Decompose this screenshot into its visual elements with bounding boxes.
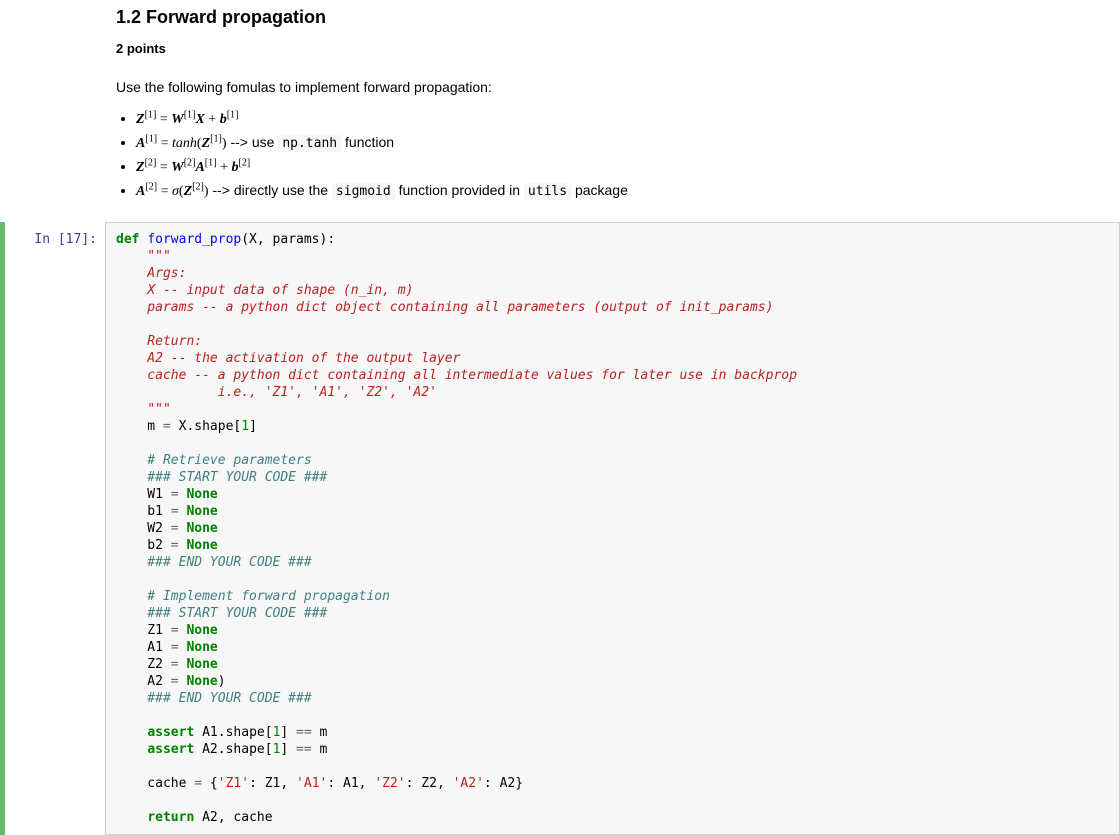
code-text: A1 bbox=[116, 640, 171, 655]
code-text: W2 bbox=[116, 521, 171, 536]
op-eq: = bbox=[171, 640, 179, 655]
op-eqeq: == bbox=[296, 742, 312, 757]
keyword-assert: assert bbox=[147, 742, 194, 757]
formula-list: Z[1] = W[1]X + b[1] A[1] = tanh(Z[1]) --… bbox=[136, 108, 1094, 202]
none-literal: None bbox=[186, 640, 217, 655]
comment: ### START YOUR CODE ### bbox=[116, 606, 327, 621]
docstring-open: """ bbox=[116, 249, 171, 264]
code-text: ] bbox=[280, 742, 296, 757]
none-literal: None bbox=[186, 487, 217, 502]
formula-1: Z[1] = W[1]X + b[1] bbox=[136, 108, 1094, 130]
comment: ### START YOUR CODE ### bbox=[116, 470, 327, 485]
cursor-paren: ) bbox=[218, 674, 226, 689]
op-eq: = bbox=[171, 674, 179, 689]
op-eq: = bbox=[171, 504, 179, 519]
none-literal: None bbox=[186, 674, 217, 689]
doc-line: params -- a python dict object containin… bbox=[116, 300, 773, 315]
code-cell: In [17]: def forward_prop(X, params): ""… bbox=[0, 222, 1120, 835]
formula-2-tail: function bbox=[341, 134, 394, 150]
formula-4-tail: package bbox=[571, 182, 628, 198]
doc-line: Return: bbox=[116, 334, 202, 349]
formula-3: Z[2] = W[2]A[1] + b[2] bbox=[136, 156, 1094, 178]
op-eq: = bbox=[194, 776, 202, 791]
docstring-close: """ bbox=[116, 402, 171, 417]
code-text: m bbox=[312, 725, 328, 740]
code-text: Z2 bbox=[116, 657, 171, 672]
code-text: { bbox=[202, 776, 218, 791]
code-text: : Z1, bbox=[249, 776, 296, 791]
code-input-area[interactable]: def forward_prop(X, params): """ Args: X… bbox=[105, 222, 1120, 835]
comment: ### END YOUR CODE ### bbox=[116, 555, 312, 570]
code-text: b2 bbox=[116, 538, 171, 553]
num-1: 1 bbox=[241, 419, 249, 434]
inline-code-utils: utils bbox=[524, 183, 571, 200]
intro-text: Use the following fomulas to implement f… bbox=[116, 77, 1094, 98]
op-eq: = bbox=[171, 538, 179, 553]
op-eq: = bbox=[171, 521, 179, 536]
formula-4: A[2] = σ(Z[2]) --> directly use the sigm… bbox=[136, 180, 1094, 202]
comment: # Implement forward propagation bbox=[116, 589, 390, 604]
str: 'Z2' bbox=[374, 776, 405, 791]
none-literal: None bbox=[186, 623, 217, 638]
op-eq: = bbox=[171, 657, 179, 672]
doc-line bbox=[116, 317, 147, 332]
code-text: A2.shape[ bbox=[194, 742, 272, 757]
code-text: : Z2, bbox=[406, 776, 453, 791]
inline-code-sigmoid: sigmoid bbox=[332, 183, 395, 200]
op-eq: = bbox=[171, 487, 179, 502]
keyword-assert: assert bbox=[147, 725, 194, 740]
none-literal: None bbox=[186, 538, 217, 553]
code-text: b1 bbox=[116, 504, 171, 519]
doc-line: cache -- a python dict containing all in… bbox=[116, 368, 797, 383]
none-literal: None bbox=[186, 521, 217, 536]
code-text: A2 bbox=[116, 674, 171, 689]
formula-2: A[1] = tanh(Z[1]) --> use np.tanh functi… bbox=[136, 132, 1094, 154]
formula-2-after: --> use bbox=[227, 134, 279, 150]
code-text: A1.shape[ bbox=[194, 725, 272, 740]
comment: ### END YOUR CODE ### bbox=[116, 691, 312, 706]
code-text: X.shape[ bbox=[171, 419, 241, 434]
points-label: 2 points bbox=[116, 39, 1094, 59]
code-text: : A1, bbox=[327, 776, 374, 791]
op-eqeq: == bbox=[296, 725, 312, 740]
doc-line: X -- input data of shape (n_in, m) bbox=[116, 283, 413, 298]
code-text: m bbox=[312, 742, 328, 757]
str: 'A1' bbox=[296, 776, 327, 791]
code-text: cache bbox=[116, 776, 194, 791]
code-text: ] bbox=[249, 419, 257, 434]
formula-4-after: --> directly use the bbox=[209, 182, 332, 198]
function-name: forward_prop bbox=[147, 232, 241, 247]
code-text: A2, cache bbox=[194, 810, 272, 825]
op-eq: = bbox=[163, 419, 171, 434]
op-eq: = bbox=[171, 623, 179, 638]
def-params: (X, params): bbox=[241, 232, 335, 247]
none-literal: None bbox=[186, 504, 217, 519]
input-prompt: In [17]: bbox=[5, 222, 105, 835]
str: 'Z1' bbox=[218, 776, 249, 791]
inline-code-nptanh: np.tanh bbox=[278, 135, 341, 152]
doc-line: i.e., 'Z1', 'A1', 'Z2', 'A2' bbox=[116, 385, 437, 400]
str: 'A2' bbox=[453, 776, 484, 791]
doc-line: Args: bbox=[116, 266, 186, 281]
keyword-return: return bbox=[147, 810, 194, 825]
comment: # Retrieve parameters bbox=[116, 453, 312, 468]
markdown-cell: 1.2 Forward propagation 2 points Use the… bbox=[110, 4, 1100, 202]
code-text: W1 bbox=[116, 487, 171, 502]
keyword-def: def bbox=[116, 232, 139, 247]
code-text: m bbox=[116, 419, 163, 434]
section-title: 1.2 Forward propagation bbox=[116, 4, 1094, 31]
none-literal: None bbox=[186, 657, 217, 672]
code-text: : A2} bbox=[484, 776, 523, 791]
code-text: Z1 bbox=[116, 623, 171, 638]
doc-line: A2 -- the activation of the output layer bbox=[116, 351, 460, 366]
code-text: ] bbox=[280, 725, 296, 740]
formula-4-mid: function provided in bbox=[395, 182, 524, 198]
